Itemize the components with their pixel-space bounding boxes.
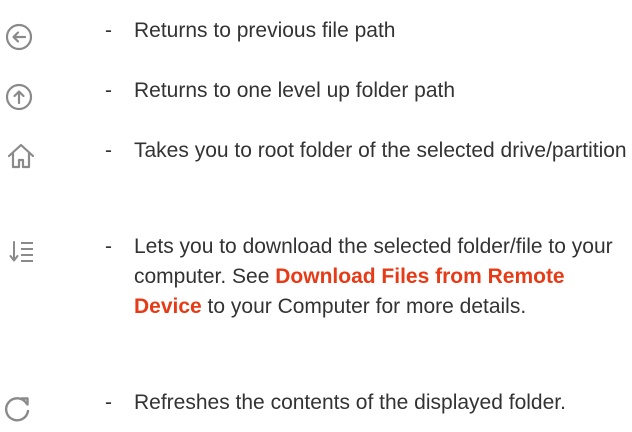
- download-list-icon[interactable]: [9, 238, 39, 268]
- item-dash: -: [105, 235, 112, 258]
- description-text-after: to your Computer for more details.: [201, 295, 527, 318]
- item-dash: -: [105, 19, 112, 42]
- item-description: Refreshes the contents of the displayed …: [134, 391, 566, 414]
- item-description: Lets you to download the selected folder…: [134, 232, 629, 322]
- item-description: Takes you to root folder of the selected…: [134, 139, 627, 162]
- item-dash: -: [105, 139, 112, 162]
- item-description: Returns to previous file path: [134, 19, 396, 42]
- item-dash: -: [105, 79, 112, 102]
- home-icon[interactable]: [6, 141, 36, 171]
- up-arrow-icon[interactable]: [4, 82, 34, 112]
- refresh-icon[interactable]: [2, 395, 32, 425]
- back-arrow-icon[interactable]: [4, 22, 34, 52]
- item-dash: -: [105, 391, 112, 414]
- item-description: Returns to one level up folder path: [134, 79, 456, 102]
